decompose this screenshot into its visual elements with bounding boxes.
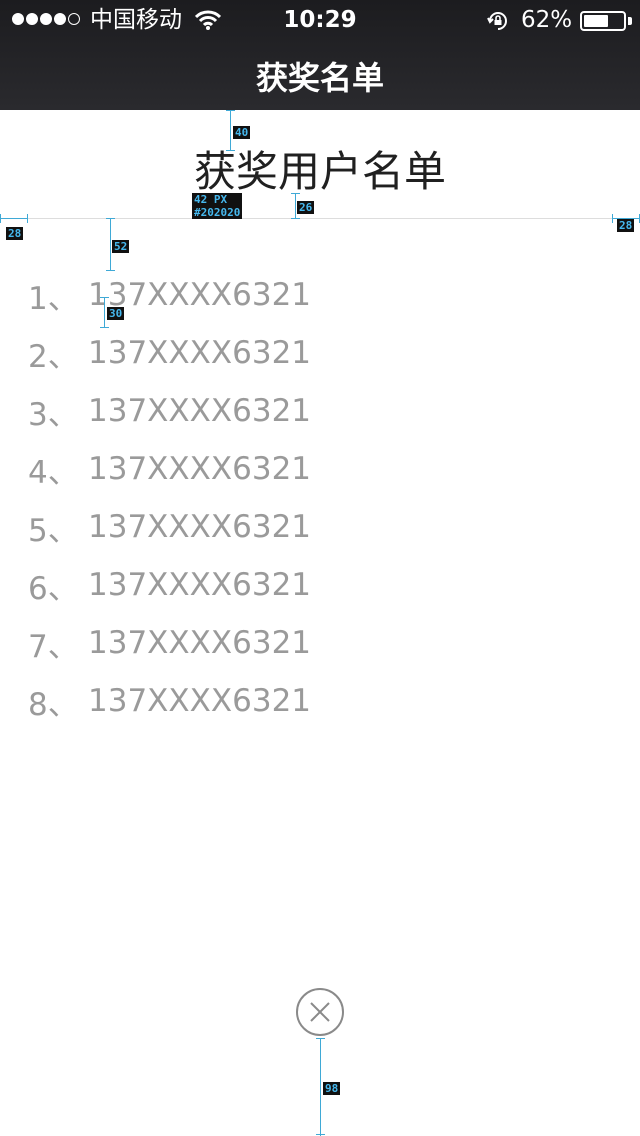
list-item: 3、 137XXXX6321 [28,382,612,440]
list-item-phone: 137XXXX6321 [88,509,312,545]
list-item: 4、 137XXXX6321 [28,440,612,498]
list-item: 8、 137XXXX6321 [28,672,612,730]
title-spec-label: 42 PX #202020 [192,193,243,219]
list-item-index: 6、 [28,570,79,607]
list-item-index: 7、 [28,628,79,665]
winner-list: 1、 137XXXX6321 2、 137XXXX6321 3、 137XXXX… [28,266,612,730]
list-item: 7、 137XXXX6321 [28,614,612,672]
close-button[interactable] [296,988,344,1036]
battery-tip [628,17,632,25]
right-margin-label: 28 [617,219,635,232]
list-item: 5、 137XXXX6321 [28,498,612,556]
page-heading: 获奖用户名单 [193,147,446,196]
list-item-phone: 137XXXX6321 [88,683,312,719]
rotation-lock-icon [486,9,510,37]
close-gap-label: 98 [323,1082,341,1095]
title-gap-label: 26 [297,201,315,214]
list-item-phone: 137XXXX6321 [88,567,312,603]
list-item-phone: 137XXXX6321 [88,625,312,661]
list-item-phone: 137XXXX6321 [88,451,312,487]
list-item-index: 2、 [28,338,79,375]
list-gap-label: 52 [112,240,130,253]
list-item-index: 3、 [28,396,79,433]
list-item: 6、 137XXXX6321 [28,556,612,614]
title-color-label: #202020 [194,206,241,219]
battery-icon [580,11,626,31]
list-item: 2、 137XXXX6321 [28,324,612,382]
list-item-phone: 137XXXX6321 [88,335,312,371]
battery-percentage: 62% [521,7,573,33]
list-item-index: 8、 [28,686,79,723]
list-item-index: 5、 [28,512,79,549]
row-gap-label: 30 [107,307,125,320]
title-font-size-label: 42 PX [194,193,228,206]
heading-divider [28,218,612,219]
list-item-index: 1、 [28,280,79,317]
top-bar: 中国移动 10:29 62% 获奖名单 [0,0,640,110]
left-margin-label: 28 [6,227,24,240]
top-gap-label: 40 [233,126,251,139]
list-item-index: 4、 [28,454,79,491]
status-bar: 中国移动 10:29 62% [0,0,640,40]
close-icon [310,1002,330,1022]
nav-title: 获奖名单 [255,59,384,97]
list-item-phone: 137XXXX6321 [88,393,312,429]
